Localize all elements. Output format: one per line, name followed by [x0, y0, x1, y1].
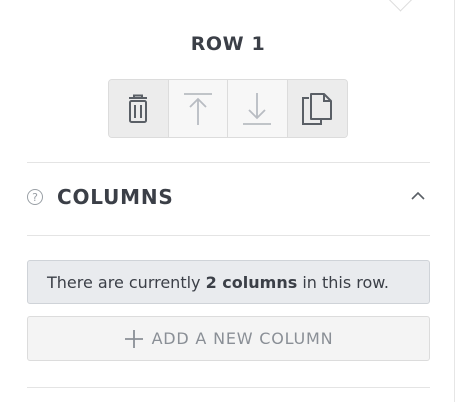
move-up-button[interactable]: [168, 80, 228, 137]
section-divider-middle: [27, 235, 430, 236]
help-icon[interactable]: ?: [27, 189, 43, 205]
chevron-up-icon[interactable]: [410, 191, 426, 201]
copy-icon: [302, 92, 333, 125]
plus-icon: [124, 329, 143, 348]
delete-button[interactable]: [109, 80, 169, 137]
arrow-down-icon: [243, 92, 272, 125]
arrow-up-icon: [183, 92, 212, 125]
add-column-label: ADD A NEW COLUMN: [151, 329, 334, 348]
columns-section-title: COLUMNS: [57, 185, 174, 209]
columns-info-message: There are currently 2 columns in this ro…: [27, 260, 430, 304]
info-column-count: 2 columns: [205, 272, 298, 292]
duplicate-button[interactable]: [287, 80, 347, 137]
popover-arrow: [388, 0, 413, 12]
row-settings-panel: ROW 1 ? COLUMNS There are currently 2 co…: [0, 0, 460, 402]
info-text-prefix: There are currently: [47, 272, 206, 292]
move-down-button[interactable]: [228, 80, 288, 137]
info-text-suffix: in this row.: [297, 272, 389, 292]
row-toolbar: [108, 79, 348, 138]
trash-icon: [129, 94, 148, 123]
section-divider-bottom: [27, 387, 430, 388]
add-column-button[interactable]: ADD A NEW COLUMN: [27, 316, 430, 361]
panel-edge: [454, 0, 455, 402]
section-divider-top: [27, 162, 430, 163]
columns-section-header[interactable]: ? COLUMNS: [27, 181, 430, 213]
row-title: ROW 1: [190, 33, 266, 55]
